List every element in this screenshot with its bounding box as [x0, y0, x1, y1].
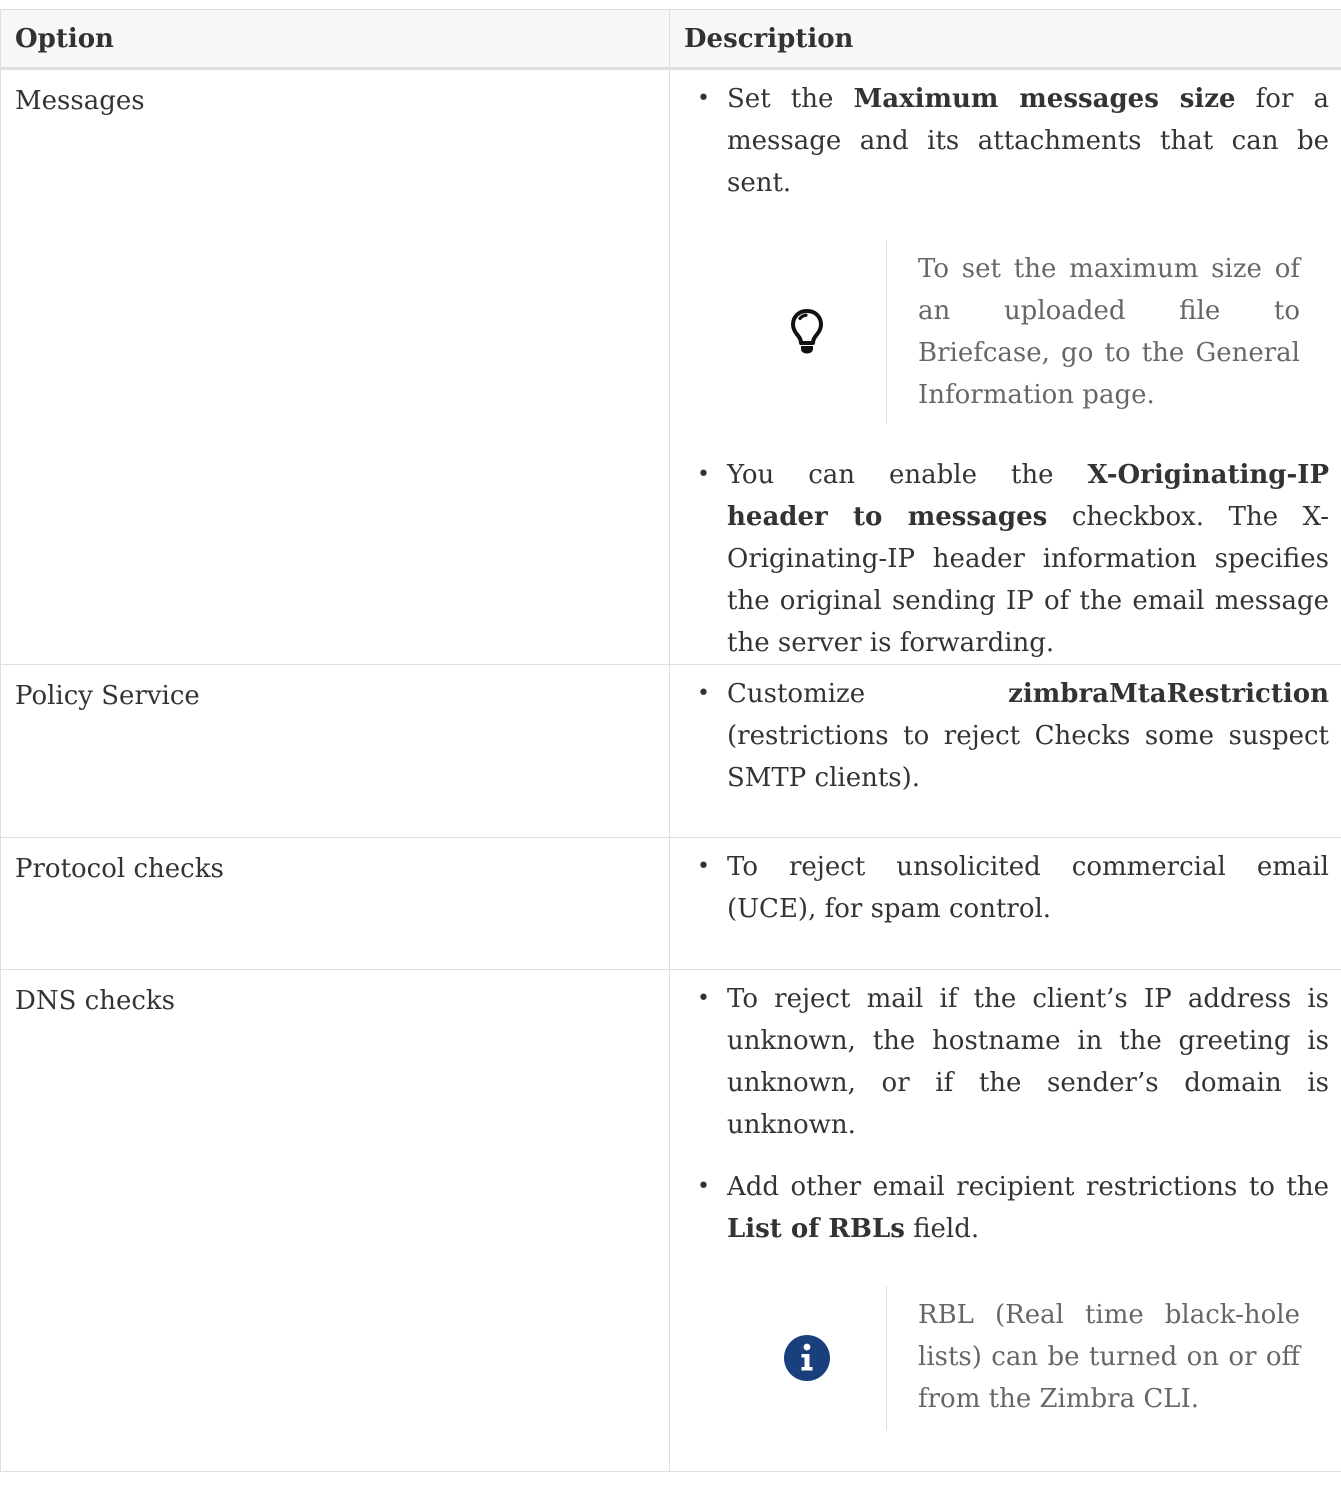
bullet-text: Add other email recipient restrictions t…	[727, 1172, 1329, 1202]
table-row: Policy Service Customize zimbraMtaRestri…	[0, 664, 1341, 838]
info-icon	[783, 1335, 830, 1381]
description-cell-protocol-checks: To reject unsolicited commercial email (…	[669, 837, 1341, 970]
option-cell-policy-service: Policy Service	[0, 664, 670, 838]
list-item: Set the Maximum messages size for a mess…	[697, 78, 1329, 424]
bullet-list: To reject unsolicited commercial email (…	[684, 846, 1329, 930]
note-text: RBL (Real time black-hole lists) can be …	[886, 1286, 1329, 1430]
list-item: To reject unsolicited commercial email (…	[697, 846, 1329, 930]
list-item: You can enable the X-Originating-IP head…	[697, 454, 1329, 664]
tip-admonition: To set the maximum size of an uploaded f…	[727, 240, 1329, 424]
bullet-text: You can enable the	[727, 460, 1088, 490]
list-item: Add other email recipient restrictions t…	[697, 1166, 1329, 1430]
option-cell-dns-checks: DNS checks	[0, 969, 670, 1472]
column-header-description: Description	[669, 9, 1341, 70]
bullet-list: To reject mail if the client’s IP addres…	[684, 978, 1329, 1430]
option-cell-messages: Messages	[0, 68, 670, 665]
lightbulb-icon	[790, 309, 823, 354]
bold-term: List of RBLs	[727, 1214, 905, 1244]
table-row: Messages Set the Maximum messages size f…	[0, 68, 1341, 665]
bullet-text: Customize	[727, 679, 866, 709]
note-admonition: RBL (Real time black-hole lists) can be …	[727, 1286, 1329, 1430]
description-cell-dns-checks: To reject mail if the client’s IP addres…	[669, 969, 1341, 1472]
list-item: To reject mail if the client’s IP addres…	[697, 978, 1329, 1146]
bullet-text: field.	[904, 1214, 980, 1244]
bold-term: zimbraMtaRestriction	[1008, 679, 1329, 709]
table-header-row: Option Description	[0, 9, 1341, 70]
table-row: DNS checks To reject mail if the client’…	[0, 969, 1341, 1472]
column-header-option: Option	[0, 9, 670, 70]
bold-term: Maximum messages size	[853, 84, 1236, 114]
bullet-text: (restrictions to reject Checks some susp…	[727, 721, 1329, 793]
list-item: Customize zimbraMtaRestriction (restrict…	[697, 673, 1329, 799]
bullet-list: Customize zimbraMtaRestriction (restrict…	[684, 673, 1329, 799]
bullet-list: Set the Maximum messages size for a mess…	[684, 78, 1329, 664]
description-cell-messages: Set the Maximum messages size for a mess…	[669, 68, 1341, 665]
option-cell-protocol-checks: Protocol checks	[0, 837, 670, 970]
description-cell-policy-service: Customize zimbraMtaRestriction (restrict…	[669, 664, 1341, 838]
table-row: Protocol checks To reject unsolicited co…	[0, 837, 1341, 970]
bullet-text: Set the	[727, 84, 854, 114]
options-table: Option Description Messages Set the Maxi…	[0, 9, 1341, 1472]
tip-text: To set the maximum size of an uploaded f…	[886, 240, 1329, 424]
